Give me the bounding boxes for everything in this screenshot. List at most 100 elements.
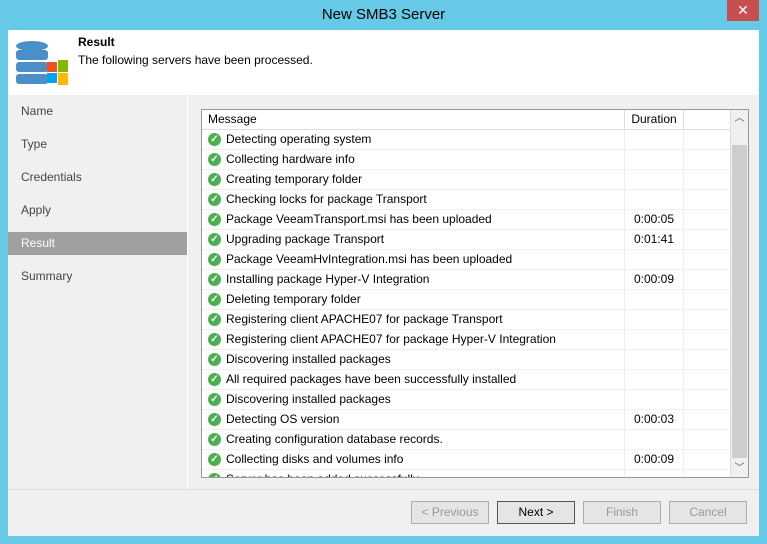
step-name[interactable]: Name [8,95,187,128]
vertical-scrollbar[interactable]: ︿ ﹀ [730,110,748,477]
success-check-icon: ✓ [208,393,221,406]
column-message[interactable]: Message [202,110,625,129]
message-cell: ✓ Registering client APACHE07 for package… [202,330,625,349]
message-cell: ✓ Server has been added successfully [202,470,625,477]
scrollbar-thumb[interactable] [732,145,747,458]
result-table: Message Duration ✓ Detecting operating sy… [201,109,749,478]
message-text: Creating configuration database records. [226,432,443,446]
next-button[interactable]: Next > [497,501,575,524]
duration-cell [625,330,684,349]
message-cell: ✓ Deleting temporary folder [202,290,625,309]
message-text: Creating temporary folder [226,172,363,186]
message-text: Installing package Hyper-V Integration [226,272,430,286]
table-row[interactable]: ✓ Checking locks for package Transport [202,190,748,210]
message-cell: ✓ Detecting OS version [202,410,625,429]
table-row[interactable]: ✓ Discovering installed packages [202,350,748,370]
step-credentials[interactable]: Credentials [8,161,187,194]
message-text: Server has been added successfully [226,470,419,477]
message-cell: ✓ Package VeeamHvIntegration.msi has been… [202,250,625,269]
duration-cell [625,170,684,189]
table-row[interactable]: ✓ Package VeeamHvIntegration.msi has been… [202,250,748,270]
header-title: Result [78,35,115,49]
table-row[interactable]: ✓ Collecting hardware info [202,150,748,170]
duration-cell [625,310,684,329]
scroll-up-icon[interactable]: ︿ [731,110,748,127]
previous-button[interactable]: < Previous [411,501,489,524]
finish-button[interactable]: Finish [583,501,661,524]
header-subtitle: The following servers have been processe… [78,53,313,67]
step-summary[interactable]: Summary [8,260,187,293]
message-text: Deleting temporary folder [226,292,361,306]
wizard-steps: Name Type Credentials Apply Result Summa… [8,95,188,489]
message-text: Detecting OS version [226,412,340,426]
message-text: Package VeeamTransport.msi has been uplo… [226,212,492,226]
table-row[interactable]: ✓ Discovering installed packages [202,390,748,410]
success-check-icon: ✓ [208,193,221,206]
message-text: Registering client APACHE07 for package … [226,312,503,326]
table-row[interactable]: ✓ All required packages have been success… [202,370,748,390]
message-cell: ✓ Checking locks for package Transport [202,190,625,209]
message-cell: ✓ Upgrading package Transport [202,230,625,249]
success-check-icon: ✓ [208,273,221,286]
wizard-client: Result The following servers have been p… [8,30,759,536]
message-cell: ✓ Installing package Hyper-V Integration [202,270,625,289]
duration-cell: 0:00:09 [625,450,684,469]
window-title: New SMB3 Server [321,6,446,23]
success-check-icon: ✓ [208,373,221,386]
table-row[interactable]: ✓ Registering client APACHE07 for package… [202,330,748,350]
step-apply[interactable]: Apply [8,194,187,227]
message-text: Checking locks for package Transport [226,192,427,206]
duration-cell [625,290,684,309]
success-check-icon: ✓ [208,353,221,366]
message-cell: ✓ Creating configuration database records… [202,430,625,449]
duration-cell: 0:01:41 [625,230,684,249]
duration-cell: 0:00:05 [625,210,684,229]
duration-cell [625,470,684,477]
duration-cell [625,350,684,369]
table-row[interactable]: ✓ Upgrading package Transport 0:01:41 [202,230,748,250]
message-text: Detecting operating system [226,132,372,146]
message-text: Collecting disks and volumes info [226,452,404,466]
close-button[interactable]: ✕ [727,0,759,21]
message-text: Discovering installed packages [226,352,391,366]
success-check-icon: ✓ [208,473,221,477]
cancel-button[interactable]: Cancel [669,501,747,524]
message-cell: ✓ Package VeeamTransport.msi has been upl… [202,210,625,229]
table-row[interactable]: ✓ Creating configuration database records… [202,430,748,450]
table-row[interactable]: ✓ Registering client APACHE07 for package… [202,310,748,330]
message-text: All required packages have been successf… [226,372,517,386]
divider [8,489,759,490]
table-row[interactable]: ✓ Collecting disks and volumes info 0:00:0… [202,450,748,470]
duration-cell [625,150,684,169]
message-text: Registering client APACHE07 for package … [226,332,556,346]
duration-cell: 0:00:09 [625,270,684,289]
message-cell: ✓ Discovering installed packages [202,390,625,409]
table-row[interactable]: ✓ Deleting temporary folder [202,290,748,310]
table-row[interactable]: ✓ Detecting OS version 0:00:03 [202,410,748,430]
success-check-icon: ✓ [208,233,221,246]
step-result[interactable]: Result [8,232,187,255]
table-row[interactable]: ✓ Server has been added successfully [202,470,748,477]
success-check-icon: ✓ [208,413,221,426]
column-duration[interactable]: Duration [625,110,684,129]
message-text: Upgrading package Transport [226,232,385,246]
success-check-icon: ✓ [208,293,221,306]
duration-cell [625,250,684,269]
success-check-icon: ✓ [208,333,221,346]
duration-cell [625,430,684,449]
message-cell: ✓ Registering client APACHE07 for package… [202,310,625,329]
step-type[interactable]: Type [8,128,187,161]
table-row[interactable]: ✓ Package VeeamTransport.msi has been upl… [202,210,748,230]
table-row[interactable]: ✓ Detecting operating system [202,130,748,150]
message-cell: ✓ Detecting operating system [202,130,625,149]
table-row[interactable]: ✓ Installing package Hyper-V Integration 0… [202,270,748,290]
message-cell: ✓ Creating temporary folder [202,170,625,189]
table-row[interactable]: ✓ Creating temporary folder [202,170,748,190]
message-text: Package VeeamHvIntegration.msi has been … [226,252,513,266]
duration-cell: 0:00:03 [625,410,684,429]
success-check-icon: ✓ [208,153,221,166]
message-cell: ✓ Discovering installed packages [202,350,625,369]
success-check-icon: ✓ [208,433,221,446]
scroll-down-icon[interactable]: ﹀ [731,460,748,477]
success-check-icon: ✓ [208,313,221,326]
